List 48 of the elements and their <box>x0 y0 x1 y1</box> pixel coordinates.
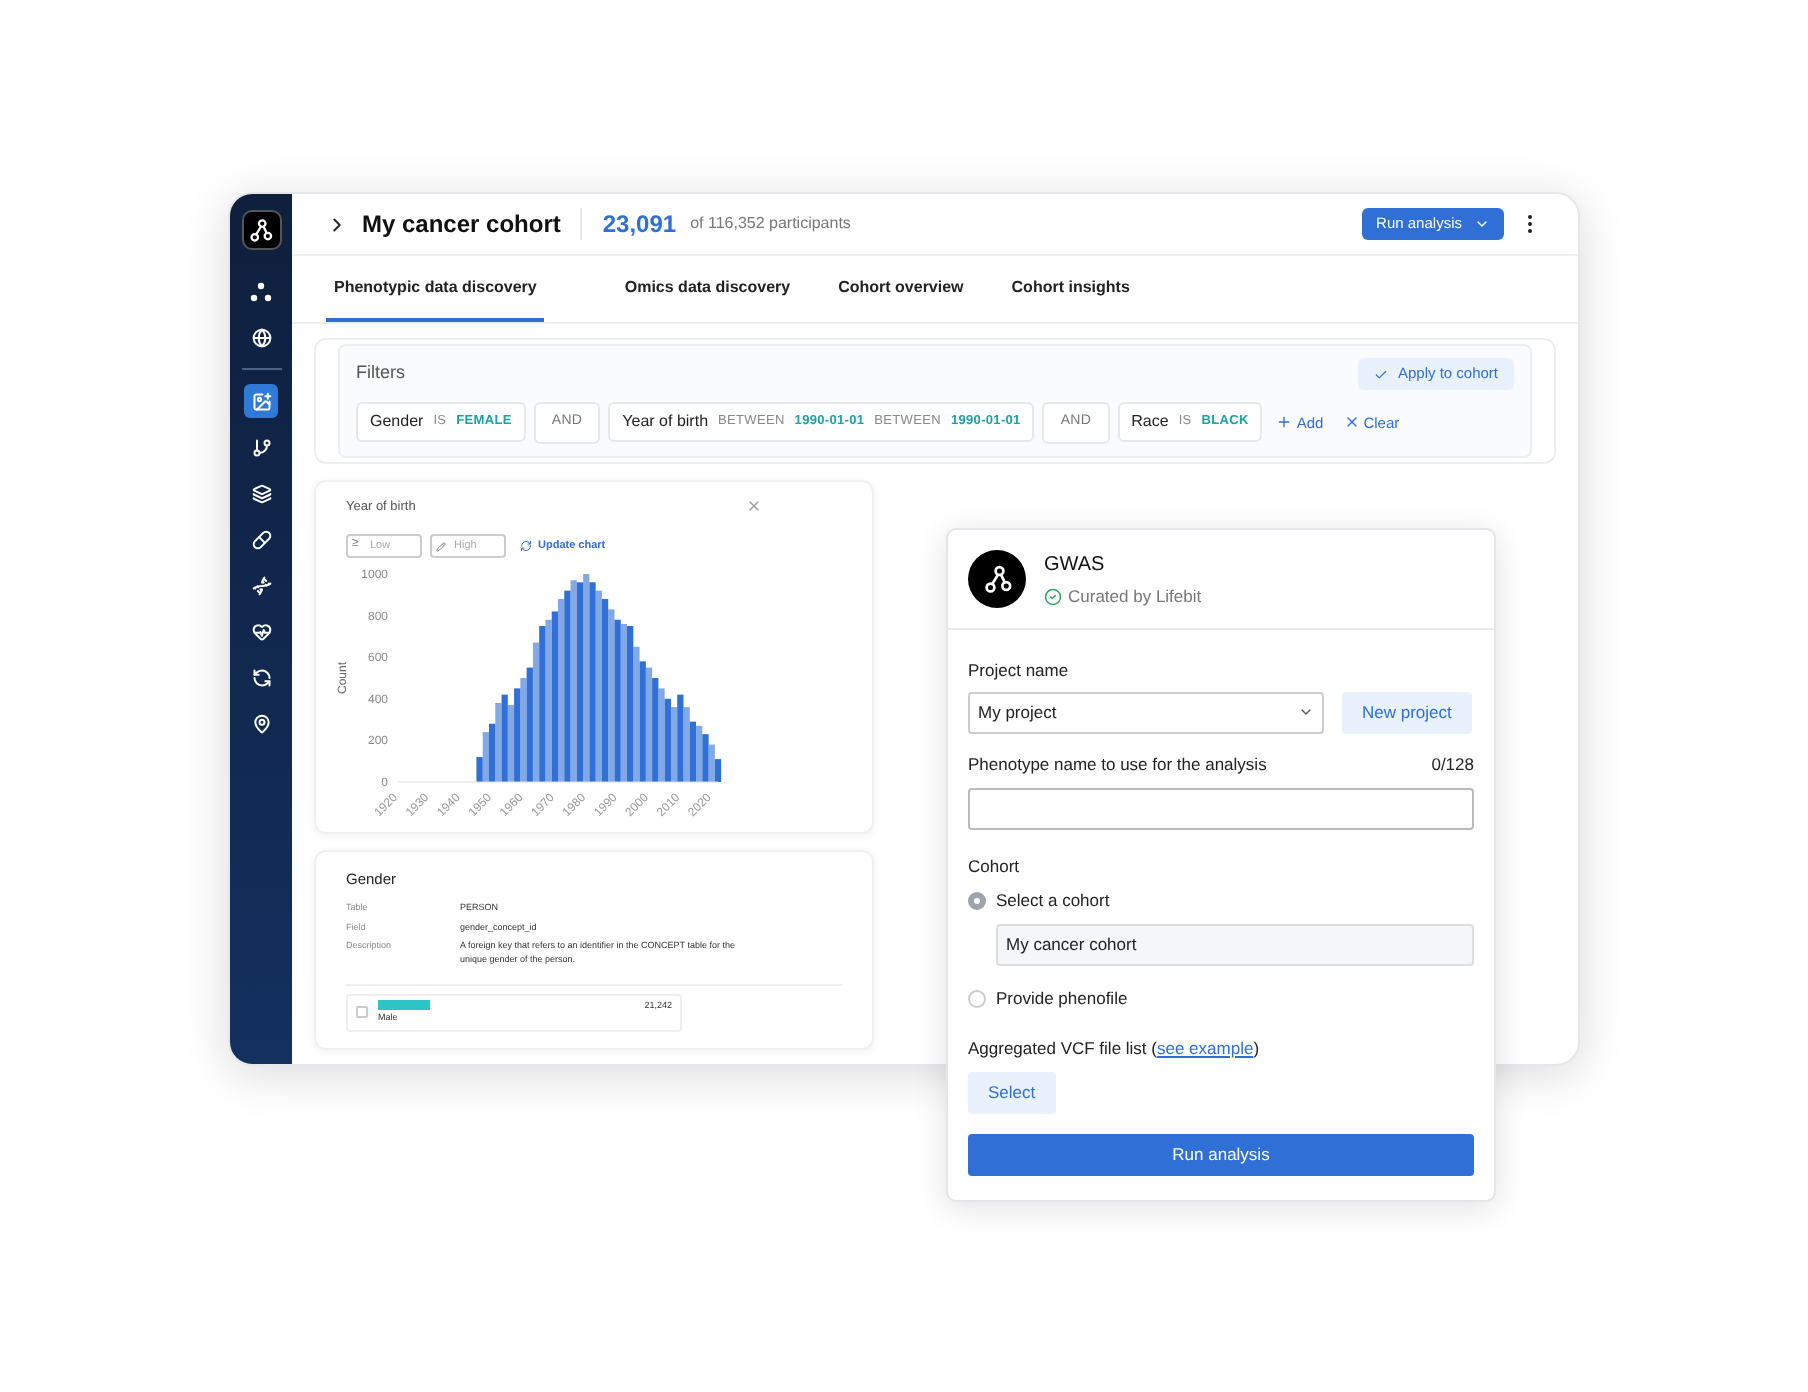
see-example-link[interactable]: see example <box>1156 1037 1254 1058</box>
pencil-icon <box>436 541 446 552</box>
sidebar-item[interactable] <box>244 384 278 418</box>
check-circle-icon <box>1044 587 1062 605</box>
layers-icon <box>251 483 271 503</box>
new-project-button[interactable]: New project <box>1342 691 1472 734</box>
field-label: Phenotype name to use for the analysis <box>968 751 1267 777</box>
radio-label: Select a cohort <box>996 888 1110 914</box>
filters-title: Filters <box>356 360 405 387</box>
globe-icon <box>251 327 271 347</box>
curated-label: Curated by Lifebit <box>1068 583 1202 609</box>
logo-icon <box>979 561 1015 597</box>
project-select[interactable]: My project <box>968 691 1324 734</box>
plus-icon <box>1276 414 1293 431</box>
pill-icon <box>251 529 271 549</box>
filter-field: Race <box>1131 410 1169 435</box>
close-icon <box>1343 414 1360 431</box>
radio-button[interactable] <box>968 989 986 1008</box>
select-button[interactable]: Select <box>968 1071 1056 1113</box>
filter-field: Gender <box>370 410 424 435</box>
field-label: Project name <box>968 658 1071 684</box>
check-icon <box>1373 367 1388 381</box>
participant-count: 23,091 <box>602 208 677 242</box>
dialog-title: GWAS <box>1044 551 1107 580</box>
run-analysis-button[interactable]: Run analysis <box>968 1133 1474 1175</box>
character-counter: 0/128 <box>1431 751 1474 777</box>
filter-field: Year of birth <box>622 410 709 435</box>
dots-icon <box>250 281 272 301</box>
participant-total: of 116,352 participants <box>690 212 851 236</box>
cohort-field[interactable]: My cancer cohort <box>996 924 1474 966</box>
phenotype-input[interactable] <box>968 787 1474 829</box>
tab[interactable]: Omics data discovery <box>616 256 799 322</box>
branch-icon <box>251 437 271 457</box>
cohort-title: My cancer cohort <box>362 208 561 242</box>
heart-pulse-icon <box>251 621 271 641</box>
tab[interactable]: Cohort overview <box>830 256 972 322</box>
checkbox[interactable] <box>356 1005 368 1018</box>
refresh-icon <box>251 667 271 687</box>
vcf-label: Aggregated VCF file list (see example) <box>968 1035 1262 1061</box>
refresh-icon <box>520 540 532 553</box>
map-pin-icon <box>251 713 271 733</box>
caret-icon <box>1474 216 1490 232</box>
radio-button[interactable] <box>968 892 986 911</box>
tab[interactable]: Phenotypic data discovery <box>326 256 545 322</box>
field-label: Cohort <box>968 853 1022 879</box>
radio-label: Provide phenofile <box>996 986 1128 1012</box>
tab[interactable]: Cohort insights <box>1003 256 1138 322</box>
close-icon[interactable] <box>746 498 762 515</box>
